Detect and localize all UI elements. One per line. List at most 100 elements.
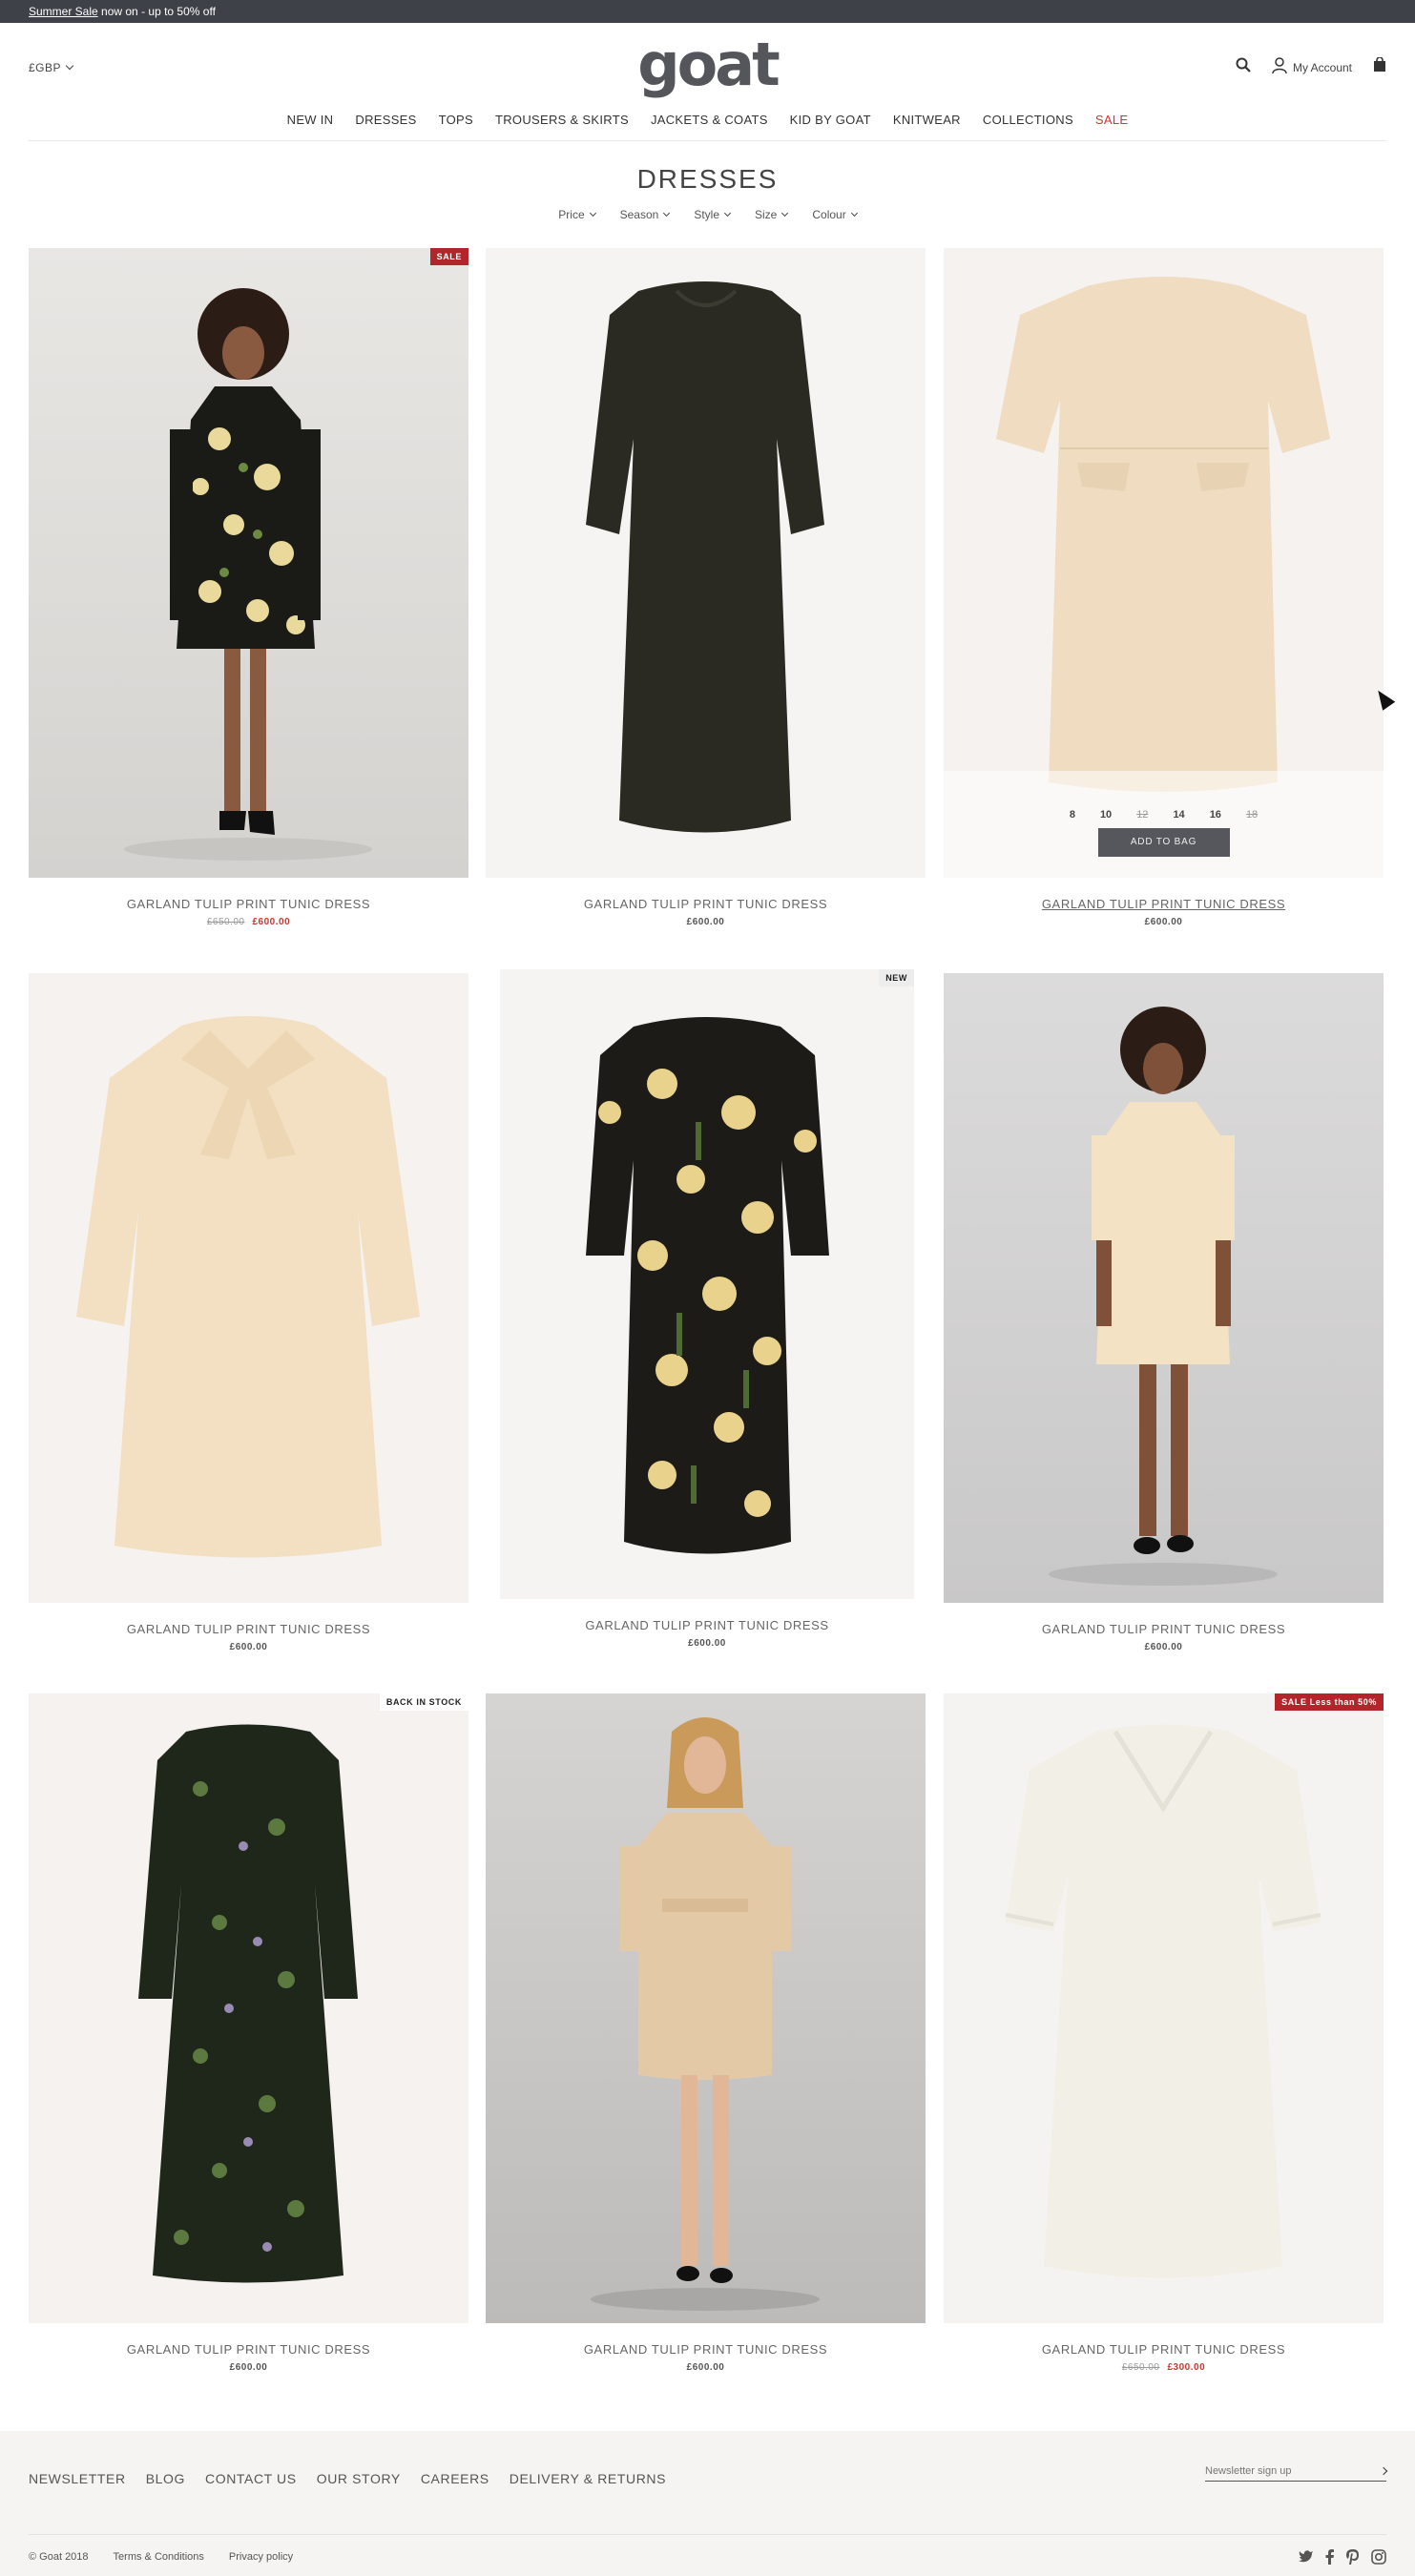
nav-item-knitwear[interactable]: KNITWEAR [893, 113, 961, 127]
filter-price[interactable]: Price [558, 208, 596, 221]
currency-selector[interactable]: £GBP [29, 61, 74, 74]
nav-item-tops[interactable]: TOPS [439, 113, 473, 127]
main-nav: NEW IN DRESSES TOPS TROUSERS & SKIRTS JA… [29, 99, 1386, 141]
product-name[interactable]: GARLAND TULIP PRINT TUNIC DRESS [29, 2342, 468, 2357]
size-option-16[interactable]: 16 [1210, 809, 1221, 821]
product-image[interactable] [486, 248, 926, 878]
filter-season[interactable]: Season [619, 208, 671, 221]
footer-link-contact-us[interactable]: CONTACT US [205, 2471, 297, 2486]
product-price: £650.00 £300.00 [944, 2362, 1384, 2373]
site-footer: NEWSLETTER BLOG CONTACT US OUR STORY CAR… [0, 2431, 1415, 2576]
arrow-right-icon[interactable] [1379, 2466, 1388, 2476]
product-image[interactable] [29, 973, 468, 1603]
nav-item-dresses[interactable]: DRESSES [355, 113, 416, 127]
pinterest-icon[interactable] [1346, 2549, 1360, 2569]
product-card[interactable]: 8 10 12 14 16 18 ADD TO BAG GARLAND TULI… [944, 248, 1384, 927]
product-badge: SALE [429, 248, 468, 265]
product-name[interactable]: GARLAND TULIP PRINT TUNIC DRESS [486, 2342, 926, 2357]
product-card[interactable]: GARLAND TULIP PRINT TUNIC DRESS £600.00 [29, 973, 468, 1652]
product-card[interactable]: GARLAND TULIP PRINT TUNIC DRESS £600.00 [486, 248, 926, 927]
page-title: DRESSES [636, 164, 779, 194]
product-price: £600.00 [486, 917, 926, 927]
product-card[interactable]: SALE GARLAND TULIP PRINT TUNIC DRESS £65… [29, 248, 468, 927]
product-price: £600.00 [944, 1642, 1384, 1652]
product-card[interactable]: NEW GARLAND TULIP PRINT TUNIC DRESS £600… [500, 969, 914, 1649]
terms-link[interactable]: Terms & Conditions [114, 2551, 204, 2563]
chevron-down-icon [723, 209, 732, 217]
facebook-icon[interactable] [1325, 2549, 1335, 2569]
twitter-icon[interactable] [1299, 2549, 1314, 2569]
footer-link-newsletter[interactable]: NEWSLETTER [29, 2471, 126, 2486]
filter-label: Season [619, 208, 659, 221]
product-image[interactable] [944, 973, 1384, 1603]
product-image[interactable]: BACK IN STOCK [29, 1693, 468, 2323]
footer-link-careers[interactable]: CAREERS [421, 2471, 489, 2486]
product-name[interactable]: GARLAND TULIP PRINT TUNIC DRESS [944, 1622, 1384, 1636]
nav-item-jackets-coats[interactable]: JACKETS & COATS [651, 113, 768, 127]
newsletter-signup [1205, 2465, 1388, 2482]
footer-nav: NEWSLETTER BLOG CONTACT US OUR STORY CAR… [29, 2471, 666, 2486]
my-account-link[interactable]: My Account [1272, 57, 1352, 77]
currency-label: £GBP [29, 61, 62, 74]
promo-link[interactable]: Summer Sale [29, 5, 98, 18]
product-name[interactable]: GARLAND TULIP PRINT TUNIC DRESS [944, 897, 1384, 911]
chevron-down-icon [781, 209, 789, 217]
filter-style[interactable]: Style [694, 208, 732, 221]
nav-item-collections[interactable]: COLLECTIONS [983, 113, 1073, 127]
footer-link-blog[interactable]: BLOG [146, 2471, 185, 2486]
product-image[interactable]: 8 10 12 14 16 18 ADD TO BAG [944, 248, 1384, 878]
product-name[interactable]: GARLAND TULIP PRINT TUNIC DRESS [29, 1622, 468, 1636]
site-logo[interactable]: goat [637, 35, 780, 94]
nav-item-sale[interactable]: SALE [1095, 113, 1128, 127]
product-image[interactable]: SALE Less than 50% [944, 1693, 1384, 2323]
product-badge: NEW [879, 969, 914, 987]
product-badge: BACK IN STOCK [379, 1693, 468, 1711]
filter-label: Size [755, 208, 778, 221]
footer-link-delivery-returns[interactable]: DELIVERY & RETURNS [510, 2471, 666, 2486]
product-image[interactable] [486, 1693, 926, 2323]
size-option-10[interactable]: 10 [1100, 809, 1112, 821]
product-price: £600.00 [29, 1642, 468, 1652]
chevron-down-icon [663, 209, 671, 217]
size-option-14[interactable]: 14 [1173, 809, 1184, 821]
product-card[interactable]: GARLAND TULIP PRINT TUNIC DRESS £600.00 [486, 1693, 926, 2373]
shopping-bag-icon[interactable] [1373, 56, 1386, 77]
privacy-link[interactable]: Privacy policy [229, 2551, 293, 2563]
nav-item-new-in[interactable]: NEW IN [287, 113, 334, 127]
filter-label: Style [694, 208, 720, 221]
filter-label: Price [558, 208, 585, 221]
site-header: £GBP goat My Account [0, 23, 1415, 99]
product-card[interactable]: SALE Less than 50% GARLAND TULIP PRINT T… [944, 1693, 1384, 2373]
product-name[interactable]: GARLAND TULIP PRINT TUNIC DRESS [486, 897, 926, 911]
product-name[interactable]: GARLAND TULIP PRINT TUNIC DRESS [944, 2342, 1384, 2357]
product-card[interactable]: BACK IN STOCK GARLAND TULIP PRINT TUNIC … [29, 1693, 468, 2373]
newsletter-input[interactable] [1205, 2465, 1358, 2477]
current-price: £600.00 [686, 2362, 725, 2373]
product-name[interactable]: GARLAND TULIP PRINT TUNIC DRESS [500, 1618, 914, 1632]
nav-item-trousers-skirts[interactable]: TROUSERS & SKIRTS [495, 113, 629, 127]
filter-bar: Price Season Style Size Colour [0, 208, 1415, 221]
nav-item-kid-by-goat[interactable]: KID BY GOAT [790, 113, 871, 127]
copyright: © Goat 2018 [29, 2551, 89, 2563]
filter-colour[interactable]: Colour [812, 208, 858, 221]
product-image[interactable]: NEW [500, 969, 914, 1599]
add-to-bag-button[interactable]: ADD TO BAG [1097, 828, 1230, 857]
search-icon[interactable] [1236, 57, 1251, 77]
instagram-icon[interactable] [1371, 2549, 1386, 2569]
footer-legal: © Goat 2018 Terms & Conditions Privacy p… [29, 2551, 293, 2563]
chevron-down-icon [65, 61, 74, 71]
size-option-8[interactable]: 8 [1070, 809, 1075, 821]
size-option-18-unavailable: 18 [1245, 809, 1259, 821]
product-image[interactable]: SALE [29, 248, 468, 878]
promo-bar: Summer Sale now on - up to 50% off [0, 0, 1415, 23]
size-overlay [944, 771, 1384, 878]
footer-link-our-story[interactable]: OUR STORY [317, 2471, 401, 2486]
current-price: £600.00 [688, 1638, 726, 1649]
product-price: £600.00 [944, 917, 1384, 927]
header-actions: My Account [1236, 56, 1386, 77]
product-card[interactable]: GARLAND TULIP PRINT TUNIC DRESS £600.00 [944, 973, 1384, 1652]
product-badge: SALE Less than 50% [1275, 1693, 1384, 1711]
filter-label: Colour [812, 208, 846, 221]
filter-size[interactable]: Size [755, 208, 789, 221]
product-name[interactable]: GARLAND TULIP PRINT TUNIC DRESS [29, 897, 468, 911]
